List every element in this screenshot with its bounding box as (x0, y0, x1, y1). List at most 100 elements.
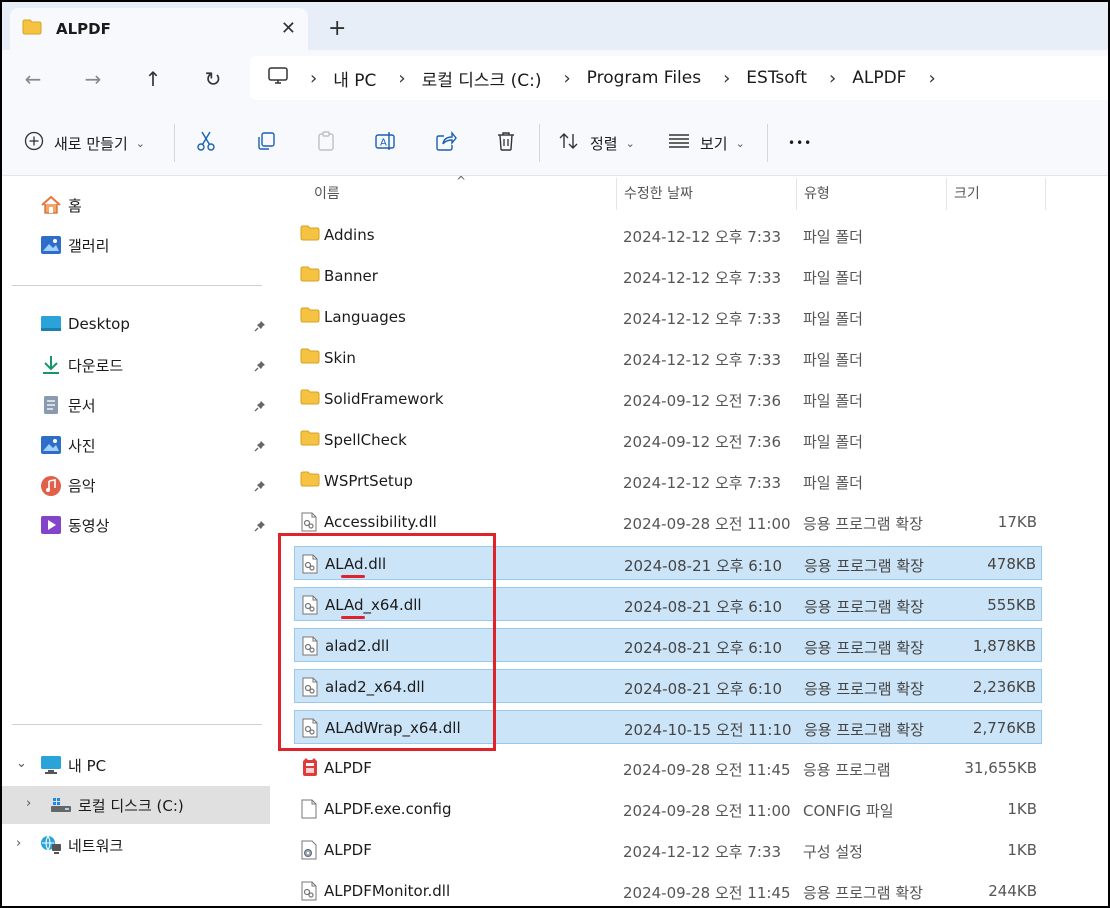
sidebar-item-label: 문서 (68, 397, 96, 415)
title-bar: ALPDF ✕ + (2, 2, 1108, 50)
back-button[interactable]: ← (18, 64, 48, 94)
file-type: 응용 프로그램 확장 (804, 680, 924, 698)
sort-button-label: 정렬 (590, 134, 618, 153)
navigation-pane: 홈 갤러리 Desktop 다운로드 문서 사진 음악 동영상 ⌄ 내 PC ›… (2, 176, 274, 906)
column-header-size[interactable]: 크기 (954, 176, 980, 210)
breadcrumb-local-disk[interactable]: 로컬 디스크 (C:) (422, 66, 542, 91)
pin-icon[interactable] (254, 478, 266, 496)
breadcrumb-separator[interactable]: › (928, 68, 935, 89)
settings-file-icon (300, 840, 318, 864)
pin-icon[interactable] (254, 518, 266, 536)
close-tab-icon[interactable]: ✕ (281, 18, 296, 39)
pin-icon[interactable] (254, 318, 266, 336)
chevron-right-icon[interactable]: › (16, 836, 21, 851)
sidebar-item-downloads[interactable]: 다운로드 (2, 346, 270, 384)
sidebar-item-gallery[interactable]: 갤러리 (2, 226, 270, 264)
sidebar-item-videos[interactable]: 동영상 (2, 506, 270, 544)
file-row[interactable]: Addins 2024-12-12 오후 7:33 파일 폴더 (294, 218, 1042, 252)
column-divider[interactable] (616, 178, 617, 210)
share-icon (435, 130, 457, 156)
file-row[interactable]: Skin 2024-12-12 오후 7:33 파일 폴더 (294, 341, 1042, 375)
file-name: WSPrtSetup (324, 472, 413, 490)
copy-icon (255, 130, 277, 156)
file-modified-date: 2024-08-21 오후 6:10 (624, 598, 782, 616)
rename-button[interactable]: A (374, 128, 396, 158)
column-divider[interactable] (946, 178, 947, 210)
desktop-icon (40, 315, 62, 337)
sidebar-item-network[interactable]: › 네트워크 (2, 826, 270, 864)
sidebar-item-pictures[interactable]: 사진 (2, 426, 270, 464)
share-button[interactable] (435, 128, 457, 158)
folder-icon (300, 225, 320, 245)
file-row[interactable]: ALPDF 2024-09-28 오전 11:45 응용 프로그램 31,655KB (294, 751, 1042, 785)
file-row[interactable]: Banner 2024-12-12 오후 7:33 파일 폴더 (294, 259, 1042, 293)
column-header-name[interactable]: 이름 (314, 176, 340, 210)
file-size: 1KB (1007, 800, 1037, 818)
file-name: ALPDF (324, 759, 372, 777)
file-modified-date: 2024-12-12 오후 7:33 (623, 269, 781, 287)
new-tab-button[interactable]: + (328, 16, 346, 41)
file-name: Banner (324, 267, 378, 285)
breadcrumb-separator[interactable]: › (310, 68, 317, 89)
paste-button[interactable] (315, 128, 337, 158)
view-button[interactable]: 보기 ⌄ (668, 128, 745, 158)
refresh-button[interactable]: ↻ (198, 64, 228, 94)
address-bar[interactable]: › 내 PC › 로컬 디스크 (C:) › Program Files › E… (250, 56, 1108, 100)
sort-button[interactable]: 정렬 ⌄ (558, 128, 635, 158)
pin-icon[interactable] (254, 438, 266, 456)
chevron-right-icon[interactable]: › (26, 796, 31, 811)
folder-icon (22, 19, 42, 39)
breadcrumb-estsoft[interactable]: ESTsoft (746, 68, 807, 88)
file-row[interactable]: SolidFramework 2024-09-12 오전 7:36 파일 폴더 (294, 382, 1042, 416)
column-header-modified[interactable]: 수정한 날짜 (624, 176, 693, 210)
command-bar: 새로 만들기 ⌄ A 정렬 ⌄ 보기 ⌄ ••• (2, 108, 1108, 176)
pin-icon[interactable] (254, 398, 266, 416)
breadcrumb-separator[interactable]: › (829, 68, 836, 89)
breadcrumb-separator[interactable]: › (723, 68, 730, 89)
cut-button[interactable] (195, 128, 217, 158)
file-row[interactable]: ALPDF 2024-12-12 오후 7:33 구성 설정 1KB (294, 833, 1042, 867)
file-row[interactable]: ALPDFMonitor.dll 2024-09-28 오전 11:45 응용 프로… (294, 874, 1042, 906)
navigation-bar: ← → ↑ ↻ › 내 PC › 로컬 디스크 (C:) › Program F… (2, 50, 1108, 108)
file-name: Accessibility.dll (324, 513, 437, 531)
drive-icon (50, 795, 72, 819)
file-row[interactable]: SpellCheck 2024-09-12 오전 7:36 파일 폴더 (294, 423, 1042, 457)
file-modified-date: 2024-12-12 오후 7:33 (623, 310, 781, 328)
more-options-button[interactable]: ••• (788, 128, 812, 158)
column-header-type[interactable]: 유형 (804, 176, 830, 210)
sort-ascending-icon: ^ (456, 174, 467, 188)
column-divider[interactable] (1045, 178, 1046, 210)
breadcrumb-program-files[interactable]: Program Files (587, 68, 701, 88)
sidebar-item-label: 갤러리 (68, 237, 110, 255)
sidebar-item-label: 홈 (68, 197, 82, 215)
up-button[interactable]: ↑ (138, 64, 168, 94)
new-button[interactable]: 새로 만들기 ⌄ (24, 128, 145, 158)
pin-icon[interactable] (254, 358, 266, 376)
delete-button[interactable] (495, 128, 517, 158)
sidebar-item-desktop[interactable]: Desktop (2, 306, 270, 344)
chevron-down-icon[interactable]: ⌄ (16, 756, 27, 771)
file-modified-date: 2024-08-21 오후 6:10 (624, 639, 782, 657)
sidebar-item-music[interactable]: 음악 (2, 466, 270, 504)
sidebar-item-home[interactable]: 홈 (2, 186, 270, 224)
column-divider[interactable] (796, 178, 797, 210)
breadcrumb-separator[interactable]: › (563, 68, 570, 89)
file-modified-date: 2024-08-21 오후 6:10 (624, 680, 782, 698)
file-size: 2,236KB (972, 678, 1036, 696)
sidebar-item-my-pc[interactable]: ⌄ 내 PC (2, 746, 270, 784)
file-row[interactable]: Languages 2024-12-12 오후 7:33 파일 폴더 (294, 300, 1042, 334)
sidebar-divider (12, 285, 262, 286)
tab-alpdf[interactable]: ALPDF ✕ (10, 8, 308, 50)
file-row[interactable]: ALPDF.exe.config 2024-09-28 오전 11:00 CONFI… (294, 792, 1042, 826)
clipboard-icon (315, 130, 337, 156)
forward-button[interactable]: → (78, 64, 108, 94)
sidebar-item-documents[interactable]: 문서 (2, 386, 270, 424)
breadcrumb-separator[interactable]: › (398, 68, 405, 89)
file-row[interactable]: WSPrtSetup 2024-12-12 오후 7:33 파일 폴더 (294, 464, 1042, 498)
breadcrumb-alpdf[interactable]: ALPDF (852, 68, 906, 88)
sidebar-item-local-disk[interactable]: › 로컬 디스크 (C:) (2, 786, 270, 824)
music-icon (40, 475, 62, 501)
copy-button[interactable] (255, 128, 277, 158)
breadcrumb-my-pc[interactable]: 내 PC (333, 66, 376, 91)
column-header-label: 크기 (954, 186, 980, 202)
